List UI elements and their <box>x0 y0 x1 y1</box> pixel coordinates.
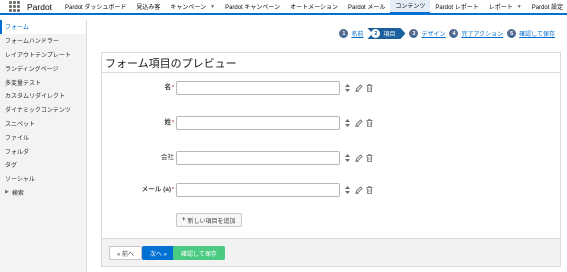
app-name: Pardot <box>27 1 53 12</box>
field-label: メール (a)* <box>141 186 174 193</box>
wizard-step-fields: 2 項目 <box>367 28 405 39</box>
panel-title: フォーム項目のプレビュー <box>102 53 560 73</box>
form-fields-panel: フォーム項目のプレビュー 名* 姓* 会社 メール (a)* + 新しい項目を追… <box>101 52 561 267</box>
wizard-step-confirm-save[interactable]: 5 確認して保存 <box>507 29 555 38</box>
wizard-step-completion-actions[interactable]: 4 完了アクション <box>449 29 503 38</box>
app-launcher-icon[interactable] <box>9 1 20 13</box>
required-marker: * <box>172 187 174 193</box>
sort-arrows-icon[interactable] <box>343 82 352 94</box>
next-button[interactable]: 次へ » <box>142 246 176 260</box>
sidebar-item-search[interactable]: ▶ 検索 <box>0 186 86 200</box>
add-new-field-button[interactable]: + 新しい項目を追加 <box>176 213 242 227</box>
edit-icon[interactable] <box>354 184 363 196</box>
plus-icon: + <box>182 217 186 223</box>
sidebar-item-layout-templates[interactable]: レイアウトテンプレート <box>0 48 86 62</box>
sidebar-item-forms[interactable]: フォーム <box>0 20 86 34</box>
first-name-field[interactable] <box>176 81 340 95</box>
wizard-steps: 1 名前 2 項目 3 デザイン 4 完了アクション 5 確認して保存 <box>335 28 555 39</box>
sidebar-item-folders[interactable]: フォルダ <box>0 144 86 158</box>
company-field[interactable] <box>176 151 340 165</box>
nav-item-pardot-settings[interactable]: Pardot 設定 <box>527 0 567 13</box>
required-marker: * <box>172 120 174 126</box>
field-row-email: メール (a)* <box>102 183 560 197</box>
chevron-down-icon[interactable]: ▼ <box>517 4 522 10</box>
main-content: 1 名前 2 項目 3 デザイン 4 完了アクション 5 確認して保存 フォーム項目のプレ… <box>94 20 567 272</box>
sidebar-item-dynamic-content[interactable]: ダイナミックコンテンツ <box>0 103 86 117</box>
nav-item-pardot-campaigns[interactable]: Pardot キャンペーン <box>220 0 285 13</box>
edit-icon[interactable] <box>354 82 363 94</box>
field-row-company: 会社 <box>102 151 560 165</box>
wizard-step-name[interactable]: 1 名前 <box>339 29 363 38</box>
panel-footer: « 前へ 次へ » 確認して保存 <box>102 238 560 266</box>
wizard-step-design[interactable]: 3 デザイン <box>409 29 445 38</box>
field-label: 名* <box>164 84 174 91</box>
edit-icon[interactable] <box>354 152 363 164</box>
field-row-last-name: 姓* <box>102 116 560 130</box>
confirm-save-button[interactable]: 確認して保存 <box>173 246 225 260</box>
trash-icon[interactable] <box>365 184 374 196</box>
sort-arrows-icon[interactable] <box>343 117 352 129</box>
sidebar-item-files[interactable]: ファイル <box>0 130 86 144</box>
nav-item-prospects[interactable]: 見込み客 <box>131 0 165 13</box>
sidebar: フォーム フォームハンドラー レイアウトテンプレート ランディングページ 多変量… <box>0 20 87 272</box>
nav-item-pardot-email[interactable]: Pardot メール <box>343 0 390 13</box>
nav-item-pardot-reports[interactable]: Pardot レポート <box>430 0 483 13</box>
chevron-right-icon[interactable]: ▶ <box>5 189 9 195</box>
field-label: 会社 <box>161 154 174 161</box>
nav-item-reports[interactable]: レポート ▼ <box>484 0 527 13</box>
nav-item-automation[interactable]: オートメーション <box>285 0 343 13</box>
sidebar-item-tags[interactable]: タグ <box>0 158 86 172</box>
trash-icon[interactable] <box>365 82 374 94</box>
field-label: 姓* <box>164 119 174 126</box>
sort-arrows-icon[interactable] <box>343 152 352 164</box>
sidebar-item-multivariate-tests[interactable]: 多変量テスト <box>0 75 86 89</box>
nav-item-content[interactable]: コンテンツ <box>390 0 431 14</box>
nav-item-campaigns[interactable]: キャンペーン ▼ <box>165 0 220 13</box>
sidebar-item-custom-redirects[interactable]: カスタムリダイレクト <box>0 89 86 103</box>
top-navigation: Pardot Pardot ダッシュボード 見込み客 キャンペーン ▼ Pardo… <box>0 0 567 15</box>
sidebar-item-snippets[interactable]: スニペット <box>0 117 86 131</box>
email-field[interactable] <box>176 183 340 197</box>
sidebar-item-social[interactable]: ソーシャル <box>0 172 86 186</box>
sort-arrows-icon[interactable] <box>343 184 352 196</box>
last-name-field[interactable] <box>176 116 340 130</box>
edit-icon[interactable] <box>354 117 363 129</box>
sidebar-item-landing-pages[interactable]: ランディングページ <box>0 61 86 75</box>
trash-icon[interactable] <box>365 152 374 164</box>
chevron-down-icon[interactable]: ▼ <box>210 4 215 10</box>
sidebar-item-form-handlers[interactable]: フォームハンドラー <box>0 34 86 48</box>
required-marker: * <box>172 85 174 91</box>
form-fields-list: 名* 姓* 会社 メール (a)* + 新しい項目を追加 <box>102 73 560 239</box>
nav-item-pardot-dashboard[interactable]: Pardot ダッシュボード <box>60 0 131 13</box>
trash-icon[interactable] <box>365 117 374 129</box>
previous-button[interactable]: « 前へ <box>109 246 143 260</box>
field-row-first-name: 名* <box>102 81 560 95</box>
